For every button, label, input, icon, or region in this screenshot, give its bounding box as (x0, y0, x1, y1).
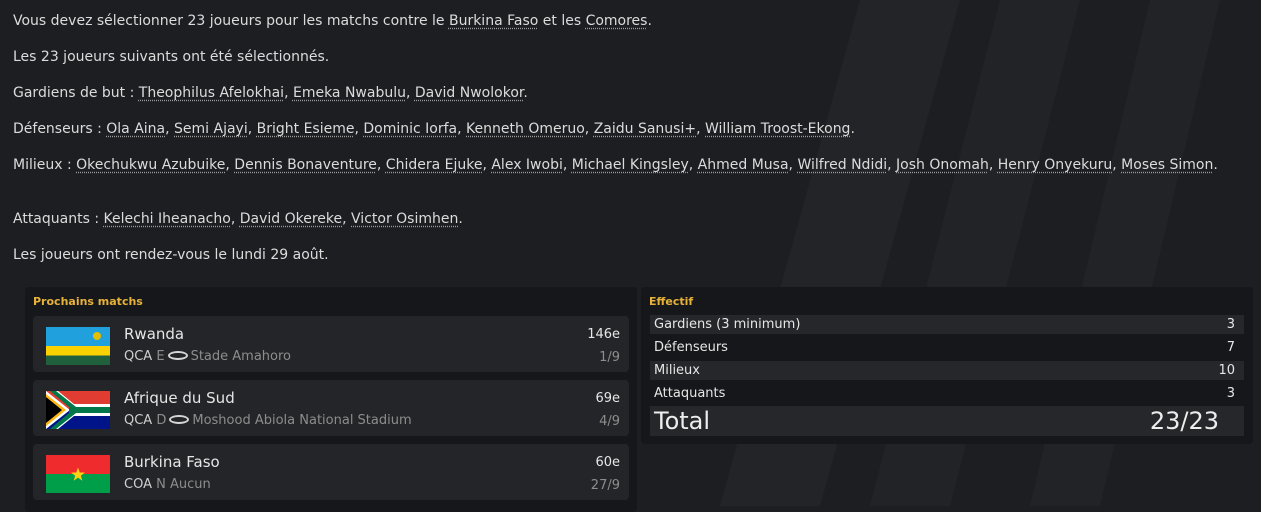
meeting-line: Les joueurs ont rendez-vous le lundi 29 … (13, 247, 329, 263)
player-link[interactable]: Dominic Iorfa (363, 121, 457, 137)
upcoming-matches-title: Prochains matchs (33, 295, 143, 308)
player-link[interactable]: Bright Esieme (257, 121, 355, 137)
group-label: Milieux : (13, 157, 77, 173)
goalkeepers-line: Gardiens de but : Theophilus Afelokhai, … (13, 85, 528, 101)
group-label: Gardiens de but : (13, 85, 139, 101)
match-date: 1/9 (599, 350, 620, 365)
player-link[interactable]: Semi Ajayi (174, 121, 248, 137)
player-link[interactable]: Ola Aina (106, 121, 165, 137)
player-link[interactable]: Henry Onyekuru (998, 157, 1112, 173)
squad-row-attackers: Attaquants 3 (654, 386, 1235, 401)
attackers-line: Attaquants : Kelechi Iheanacho, David Ok… (13, 211, 463, 227)
group-label: Défenseurs : (13, 121, 107, 137)
intro-line: Vous devez sélectionner 23 joueurs pour … (13, 13, 652, 29)
player-link[interactable]: Theophilus Afelokhai (139, 85, 284, 101)
player-link[interactable]: Zaidu Sanusi+ (594, 121, 696, 137)
squad-total: Total 23/23 (650, 406, 1244, 436)
match-ranking: 69e (595, 391, 620, 406)
match-date: 27/9 (590, 478, 620, 493)
team-link-burkina-faso[interactable]: Burkina Faso (449, 13, 538, 29)
rwanda-flag-icon (46, 327, 110, 365)
group-label: Attaquants : (13, 211, 104, 227)
player-link[interactable]: William Troost-Ekong (705, 121, 850, 137)
south-africa-flag-icon (46, 391, 110, 429)
match-competition: QCA E Stade Amahoro (124, 349, 291, 364)
match-ranking: 60e (595, 455, 620, 470)
match-team-name: Burkina Faso (124, 453, 220, 471)
match-competition: COA N Aucun (124, 477, 211, 492)
match-row-afrique-du-sud[interactable]: Afrique du Sud QCA D Moshood Abiola Natio… (33, 380, 629, 436)
squad-title: Effectif (649, 295, 694, 308)
player-link[interactable]: Kelechi Iheanacho (104, 211, 231, 227)
squad-row-midfielders: Milieux 10 (650, 361, 1244, 380)
burkina-faso-flag-icon (46, 455, 110, 493)
match-row-burkina-faso[interactable]: Burkina Faso COA N Aucun 60e 27/9 (33, 444, 629, 500)
stadium-icon (169, 415, 190, 424)
player-link[interactable]: Chidera Ejuke (386, 157, 483, 173)
player-link[interactable]: Alex Iwobi (491, 157, 563, 173)
match-row-rwanda[interactable]: Rwanda QCA E Stade Amahoro 146e 1/9 (33, 316, 629, 372)
player-link[interactable]: David Okereke (240, 211, 342, 227)
player-link[interactable]: Dennis Bonaventure (234, 157, 377, 173)
stadium-icon (167, 351, 188, 360)
upcoming-matches-panel: Prochains matchs Rwanda QCA E Stade Amaho… (25, 287, 637, 512)
player-link[interactable]: Kenneth Omeruo (466, 121, 585, 137)
match-team-name: Rwanda (124, 325, 185, 343)
player-link[interactable]: Okechukwu Azubuike (76, 157, 225, 173)
player-link[interactable]: David Nwolokor (415, 85, 523, 101)
player-link[interactable]: Victor Osimhen (351, 211, 458, 227)
team-link-comores[interactable]: Comores (586, 13, 648, 29)
midfielders-line: Milieux : Okechukwu Azubuike, Dennis Bon… (13, 157, 1218, 173)
match-team-name: Afrique du Sud (124, 389, 235, 407)
player-link[interactable]: Michael Kingsley (572, 157, 689, 173)
match-competition: QCA D Moshood Abiola National Stadium (124, 413, 412, 428)
player-link[interactable]: Wilfred Ndidi (797, 157, 887, 173)
match-ranking: 146e (587, 327, 620, 342)
player-link[interactable]: Josh Onomah (896, 157, 989, 173)
squad-row-goalkeepers: Gardiens (3 minimum) 3 (650, 315, 1244, 334)
squad-row-defenders: Défenseurs 7 (654, 340, 1235, 355)
squad-panel: Effectif Gardiens (3 minimum) 3 Défenseur… (641, 287, 1253, 444)
match-date: 4/9 (599, 414, 620, 429)
player-link[interactable]: Emeka Nwabulu (293, 85, 406, 101)
selected-line: Les 23 joueurs suivants ont été sélectio… (13, 49, 330, 65)
player-link[interactable]: Ahmed Musa (698, 157, 789, 173)
defenders-line: Défenseurs : Ola Aina, Semi Ajayi, Brigh… (13, 121, 855, 137)
player-link[interactable]: Moses Simon (1121, 157, 1213, 173)
